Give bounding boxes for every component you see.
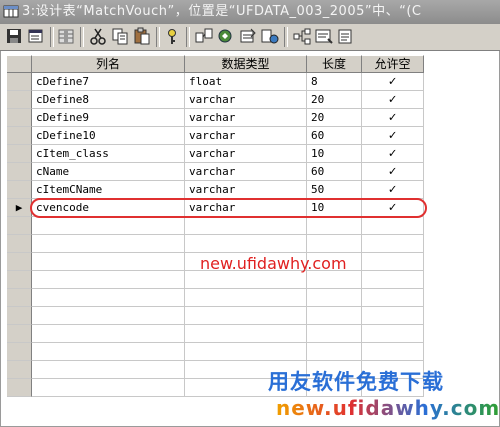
allow-null-checkbox[interactable]: ✓ bbox=[362, 73, 424, 91]
table-row[interactable]: cDefine10 varchar 60 ✓ bbox=[7, 127, 424, 145]
toolbar bbox=[0, 24, 500, 51]
save-icon[interactable] bbox=[4, 27, 24, 46]
allow-null-checkbox[interactable]: ✓ bbox=[362, 127, 424, 145]
empty-row[interactable] bbox=[7, 271, 424, 289]
allow-null-checkbox[interactable]: ✓ bbox=[362, 91, 424, 109]
data-type-cell[interactable]: varchar bbox=[185, 91, 307, 109]
column-name-cell[interactable]: cName bbox=[32, 163, 185, 181]
length-cell[interactable]: 50 bbox=[307, 181, 362, 199]
triggers-icon[interactable] bbox=[260, 27, 280, 46]
empty-row[interactable] bbox=[7, 325, 424, 343]
length-cell[interactable]: 20 bbox=[307, 91, 362, 109]
length-cell[interactable]: 60 bbox=[307, 127, 362, 145]
column-name-cell[interactable]: cDefine8 bbox=[32, 91, 185, 109]
empty-row[interactable] bbox=[7, 343, 424, 361]
empty-row[interactable] bbox=[7, 235, 424, 253]
data-type-cell[interactable]: varchar bbox=[185, 145, 307, 163]
brand-url: new.ufidawhy.com bbox=[276, 396, 500, 420]
row-selector[interactable] bbox=[7, 181, 32, 199]
copy-icon[interactable] bbox=[110, 27, 130, 46]
data-type-cell[interactable]: varchar bbox=[185, 181, 307, 199]
watermark-url: new.ufidawhy.com bbox=[200, 254, 347, 273]
insert-column-icon[interactable] bbox=[56, 27, 76, 46]
table-row[interactable]: cItemCName varchar 50 ✓ bbox=[7, 181, 424, 199]
row-selector[interactable] bbox=[7, 91, 32, 109]
row-selector-header bbox=[7, 55, 32, 73]
data-type-cell[interactable]: varchar bbox=[185, 127, 307, 145]
empty-row[interactable] bbox=[7, 289, 424, 307]
allow-null-checkbox[interactable]: ✓ bbox=[362, 145, 424, 163]
empty-row[interactable] bbox=[7, 307, 424, 325]
table-row[interactable]: cName varchar 60 ✓ bbox=[7, 163, 424, 181]
column-name-cell[interactable]: cItemCName bbox=[32, 181, 185, 199]
table-row[interactable]: cDefine8 varchar 20 ✓ bbox=[7, 91, 424, 109]
more-icon[interactable] bbox=[336, 27, 356, 46]
title-bar: 3:设计表“MatchVouch”，位置是“UFDATA_003_2005”中、… bbox=[0, 0, 500, 24]
column-header-name[interactable]: 列名 bbox=[32, 55, 185, 73]
sql-icon[interactable] bbox=[314, 27, 334, 46]
data-type-cell[interactable]: varchar bbox=[185, 163, 307, 181]
constraints-icon[interactable] bbox=[238, 27, 258, 46]
table-row[interactable]: cDefine9 varchar 20 ✓ bbox=[7, 109, 424, 127]
column-header-type[interactable]: 数据类型 bbox=[185, 55, 307, 73]
column-header-nullable[interactable]: 允许空 bbox=[362, 55, 424, 73]
row-selector[interactable] bbox=[7, 73, 32, 91]
data-type-cell[interactable]: float bbox=[185, 73, 307, 91]
empty-row[interactable] bbox=[7, 217, 424, 235]
toolbar-separator bbox=[80, 27, 84, 47]
length-cell[interactable]: 60 bbox=[307, 163, 362, 181]
properties-icon[interactable] bbox=[26, 27, 46, 46]
length-cell[interactable]: 20 bbox=[307, 109, 362, 127]
indexes-icon[interactable] bbox=[216, 27, 236, 46]
length-cell[interactable]: 10 bbox=[307, 145, 362, 163]
column-name-cell[interactable]: cDefine9 bbox=[32, 109, 185, 127]
row-selector[interactable] bbox=[7, 163, 32, 181]
brand-url-text: new.ufidawhy.com bbox=[276, 396, 500, 420]
column-design-grid: 列名 数据类型 长度 允许空 cDefine7 float 8 ✓ cDefin… bbox=[7, 55, 424, 400]
allow-null-checkbox[interactable]: ✓ bbox=[362, 109, 424, 127]
toolbar-separator bbox=[284, 27, 288, 47]
current-row-marker[interactable]: ▶ bbox=[7, 199, 32, 217]
table-row[interactable]: cDefine7 float 8 ✓ bbox=[7, 73, 424, 91]
column-header-length[interactable]: 长度 bbox=[307, 55, 362, 73]
row-selector[interactable] bbox=[7, 127, 32, 145]
data-type-cell[interactable]: varchar bbox=[185, 109, 307, 127]
cut-icon[interactable] bbox=[88, 27, 108, 46]
primary-key-icon[interactable] bbox=[162, 27, 182, 46]
allow-null-checkbox[interactable]: ✓ bbox=[362, 181, 424, 199]
column-name-cell[interactable]: cDefine7 bbox=[32, 73, 185, 91]
window-title: 3:设计表“MatchVouch”，位置是“UFDATA_003_2005”中、… bbox=[22, 4, 422, 19]
length-cell[interactable]: 8 bbox=[307, 73, 362, 91]
brand-title: 用友软件免费下载 bbox=[268, 370, 444, 394]
relationships-icon[interactable] bbox=[194, 27, 214, 46]
allow-null-checkbox[interactable]: ✓ bbox=[362, 163, 424, 181]
column-name-cell[interactable]: cItem_class bbox=[32, 145, 185, 163]
row-selector[interactable] bbox=[7, 109, 32, 127]
toolbar-separator bbox=[156, 27, 160, 47]
paste-icon[interactable] bbox=[132, 27, 152, 46]
table-row[interactable]: cItem_class varchar 10 ✓ bbox=[7, 145, 424, 163]
column-name-cell[interactable]: cDefine10 bbox=[32, 127, 185, 145]
highlight-oval bbox=[30, 198, 427, 218]
toolbar-separator bbox=[50, 27, 54, 47]
table-app-icon bbox=[3, 3, 19, 19]
row-selector[interactable] bbox=[7, 145, 32, 163]
toolbar-separator bbox=[186, 27, 190, 47]
grid-header: 列名 数据类型 长度 允许空 bbox=[7, 55, 424, 73]
dependencies-icon[interactable] bbox=[292, 27, 312, 46]
